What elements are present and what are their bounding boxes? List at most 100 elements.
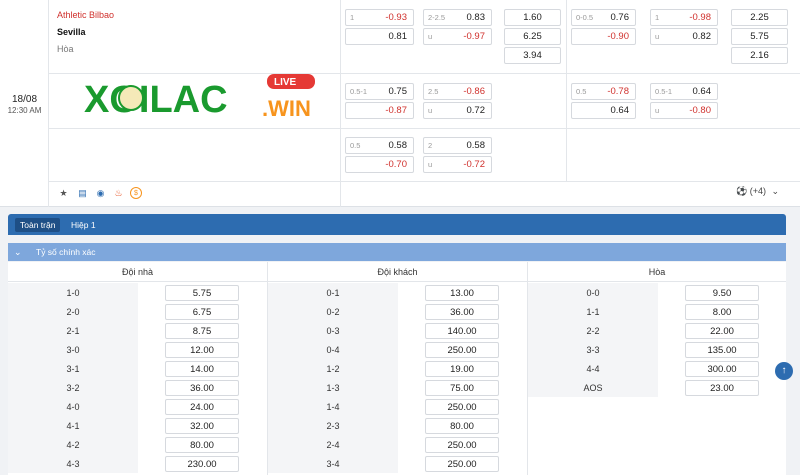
score-label: 1-3	[326, 383, 340, 393]
odds-box[interactable]: 2.5 -0.86	[423, 83, 492, 100]
score-label: 0-2	[326, 307, 340, 317]
odds-handicap: u	[655, 106, 660, 115]
odds-box[interactable]: 2.25	[731, 9, 788, 26]
odds-box[interactable]: 0.5-1 0.64	[650, 83, 718, 100]
home-team-name[interactable]: Athletic Bilbao	[57, 10, 114, 20]
score-odds-box[interactable]: 135.00	[685, 342, 759, 358]
score-odds-box[interactable]: 300.00	[685, 361, 759, 377]
score-odds-box[interactable]: 36.00	[425, 304, 499, 320]
score-odds-box[interactable]: 250.00	[425, 399, 499, 415]
odds-value: 1.60	[523, 12, 542, 23]
score-odds-box[interactable]: 8.75	[165, 323, 239, 339]
score-odds-box[interactable]: 36.00	[165, 380, 239, 396]
odds-value: -0.78	[607, 86, 629, 97]
odds-box[interactable]: 6.25	[504, 28, 561, 45]
score-label: 3-2	[66, 383, 80, 393]
odds-box[interactable]: u -0.97	[423, 28, 492, 45]
score-odds-box[interactable]: 6.75	[165, 304, 239, 320]
odds-value: 0.72	[466, 105, 486, 116]
odds-box[interactable]: 2-2.5 0.83	[423, 9, 492, 26]
score-label: 1-4	[326, 402, 340, 412]
odds-box[interactable]: 0.5 -0.78	[571, 83, 636, 100]
odds-box[interactable]: u -0.72	[423, 156, 492, 173]
scroll-to-top-button[interactable]: ↑	[775, 362, 793, 380]
half-divider	[566, 0, 567, 181]
odds-box[interactable]: 1 -0.98	[650, 9, 718, 26]
tips-icon[interactable]: $	[130, 187, 142, 199]
match-time: 12:30 AM	[7, 106, 42, 115]
odds-value: 0.76	[610, 12, 630, 23]
tab-first-half[interactable]: Hiệp 1	[66, 218, 101, 232]
score-label: 4-0	[66, 402, 80, 412]
score-label: AOS	[583, 383, 603, 393]
score-odds-box[interactable]: 8.00	[685, 304, 759, 320]
odds-box[interactable]: u 0.82	[650, 28, 718, 45]
score-odds-box[interactable]: 75.00	[425, 380, 499, 396]
score-odds-box[interactable]: 22.00	[685, 323, 759, 339]
odds-box[interactable]: 1.60	[504, 9, 561, 26]
score-odds-box[interactable]: 24.00	[165, 399, 239, 415]
score-odds-box[interactable]: 32.00	[165, 418, 239, 434]
odds-value: -0.70	[385, 159, 407, 170]
score-odds-box[interactable]: 19.00	[425, 361, 499, 377]
draw-label: Hòa	[57, 44, 74, 54]
score-odds-box[interactable]: 23.00	[685, 380, 759, 396]
score-odds-box[interactable]: 9.50	[685, 285, 759, 301]
odds-value: 5.75	[750, 31, 769, 42]
odds-handicap: 1	[655, 13, 660, 22]
odds-handicap: 0.5-1	[655, 87, 673, 96]
score-odds-box[interactable]: 14.00	[165, 361, 239, 377]
odds-box[interactable]: 0.5 0.58	[345, 137, 414, 154]
odds-box[interactable]: 3.94	[504, 47, 561, 64]
score-label: 4-1	[66, 421, 80, 431]
section-title: Tỷ số chính xác	[36, 247, 96, 257]
score-odds-box[interactable]: 13.00	[425, 285, 499, 301]
score-odds-box[interactable]: 80.00	[425, 418, 499, 434]
more-markets[interactable]: ⚽ (+4) ⌄	[736, 186, 779, 197]
odds-value: 0.83	[466, 12, 486, 23]
xoilac-logo: XOILAC LIVE .WIN	[84, 74, 315, 121]
star-icon[interactable]: ★	[57, 187, 70, 200]
odds-value: -0.80	[689, 105, 711, 116]
odds-handicap: u	[428, 106, 433, 115]
column-header-draw: Hòa	[528, 262, 786, 282]
odds-box[interactable]: 1 -0.93	[345, 9, 414, 26]
odds-box[interactable]: 5.75	[731, 28, 788, 45]
score-odds-box[interactable]: 250.00	[425, 437, 499, 453]
odds-box[interactable]: 0-0.5 0.76	[571, 9, 636, 26]
odds-handicap: u	[428, 32, 433, 41]
score-label: 3-0	[66, 345, 80, 355]
odds-handicap: 2	[428, 141, 433, 150]
odds-box[interactable]: 2.16	[731, 47, 788, 64]
odds-box[interactable]: 0.5-1 0.75	[345, 83, 414, 100]
row-divider	[49, 181, 800, 182]
logo-live-text: LIVE	[274, 77, 297, 88]
score-odds-box[interactable]: 250.00	[425, 342, 499, 358]
score-label: 2-2	[586, 326, 600, 336]
score-label: 1-0	[66, 288, 80, 298]
correct-score-header[interactable]: ⌄ Tỷ số chính xác	[8, 243, 786, 261]
score-odds-box[interactable]: 230.00	[165, 456, 239, 472]
score-odds-box[interactable]: 5.75	[165, 285, 239, 301]
odds-box[interactable]: u -0.80	[650, 102, 718, 119]
odds-handicap: 1	[350, 13, 355, 22]
odds-box[interactable]: 0.81	[345, 28, 414, 45]
eye-icon[interactable]: ◉	[94, 187, 107, 200]
odds-box[interactable]: 0.64	[571, 102, 636, 119]
score-odds-box[interactable]: 250.00	[425, 456, 499, 472]
odds-value: 0.58	[388, 140, 408, 151]
tab-full-match[interactable]: Toàn trận	[15, 218, 61, 232]
odds-handicap: 0.5	[350, 141, 361, 150]
odds-box[interactable]: -0.70	[345, 156, 414, 173]
score-odds-box[interactable]: 12.00	[165, 342, 239, 358]
odds-box[interactable]: -0.87	[345, 102, 414, 119]
stats-icon[interactable]: ▤	[76, 187, 89, 200]
odds-box[interactable]: 2 0.58	[423, 137, 492, 154]
score-odds-box[interactable]: 140.00	[425, 323, 499, 339]
odds-box[interactable]: -0.90	[571, 28, 636, 45]
away-team-name[interactable]: Sevilla	[57, 27, 86, 37]
odds-box[interactable]: u 0.72	[423, 102, 492, 119]
score-label: 3-3	[586, 345, 600, 355]
score-odds-box[interactable]: 80.00	[165, 437, 239, 453]
fire-icon[interactable]: ♨	[112, 187, 125, 200]
